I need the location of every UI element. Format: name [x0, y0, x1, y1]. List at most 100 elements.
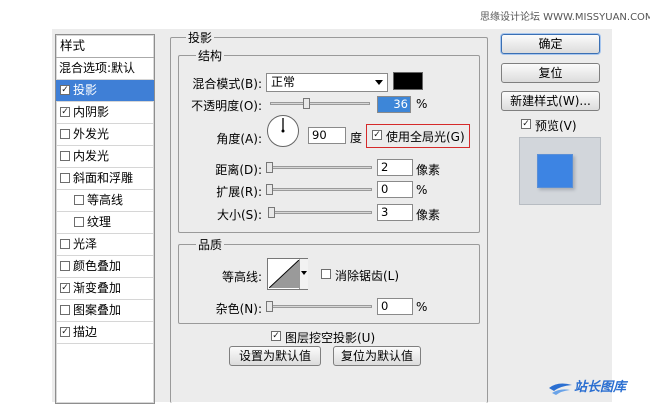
style-item-label: 混合选项:默认: [59, 61, 136, 75]
antialias-label[interactable]: 消除锯齿(L): [335, 267, 399, 284]
style-item-checkbox[interactable]: [60, 173, 70, 183]
contour-linear-icon: [269, 260, 299, 288]
style-item-label: 内阴影: [73, 105, 110, 119]
spread-label: 扩展(R):: [216, 185, 262, 199]
knockout-checkbox[interactable]: [271, 331, 281, 341]
spread-slider[interactable]: [268, 188, 372, 191]
opacity-slider-thumb[interactable]: [303, 98, 310, 109]
style-item[interactable]: 内阴影: [56, 102, 154, 124]
style-item-checkbox[interactable]: [60, 107, 70, 117]
size-label: 大小(S):: [216, 208, 262, 222]
preview-checkbox[interactable]: [521, 119, 531, 129]
noise-slider[interactable]: [268, 305, 372, 308]
style-item-label: 描边: [73, 325, 98, 339]
style-item-checkbox[interactable]: [74, 217, 84, 227]
watermark-text: 思缘设计论坛 WWW.MISSYUAN.COM: [480, 12, 650, 23]
size-slider-thumb[interactable]: [268, 207, 275, 218]
style-item[interactable]: 等高线: [56, 190, 154, 212]
style-item-checkbox[interactable]: [60, 305, 70, 315]
angle-label: 角度(A):: [216, 132, 262, 146]
style-item-label: 颜色叠加: [73, 259, 122, 273]
style-item-checkbox[interactable]: [60, 129, 70, 139]
size-slider[interactable]: [268, 211, 372, 214]
style-item-label: 纹理: [87, 215, 112, 229]
style-item[interactable]: 斜面和浮雕: [56, 168, 154, 190]
opacity-slider[interactable]: [270, 102, 370, 105]
angle-unit: 度: [350, 131, 363, 145]
site-logo: 站长图库: [548, 376, 626, 397]
reset-button[interactable]: 复位: [501, 63, 600, 83]
contour-picker[interactable]: [267, 258, 308, 290]
style-item-label: 等高线: [87, 193, 124, 207]
size-input[interactable]: 3: [377, 204, 413, 221]
style-item-checkbox[interactable]: [60, 151, 70, 161]
style-item[interactable]: 混合选项:默认: [56, 58, 154, 80]
opacity-input[interactable]: 36: [377, 96, 411, 113]
knockout-label[interactable]: 图层挖空投影(U): [285, 329, 375, 346]
style-item[interactable]: 图案叠加: [56, 300, 154, 322]
logo-text: 站长图库: [574, 380, 627, 395]
distance-input[interactable]: 2: [377, 159, 413, 176]
style-item-checkbox[interactable]: [60, 85, 70, 95]
quality-title: 品质: [196, 236, 225, 253]
contour-label: 等高线:: [221, 270, 262, 284]
style-item-checkbox[interactable]: [60, 283, 70, 293]
spread-input[interactable]: 0: [377, 181, 413, 198]
style-item-label: 图案叠加: [73, 303, 122, 317]
spread-unit: %: [416, 183, 428, 197]
distance-label: 距离(D):: [215, 163, 262, 177]
preview-label[interactable]: 预览(V): [535, 117, 577, 134]
angle-input[interactable]: 90: [308, 127, 346, 144]
style-item-label: 光泽: [73, 237, 98, 251]
style-item-label: 投影: [73, 83, 98, 97]
opacity-unit: %: [416, 97, 428, 111]
style-item[interactable]: 描边: [56, 322, 154, 344]
noise-slider-thumb[interactable]: [266, 301, 273, 312]
blend-mode-label: 混合模式(B):: [192, 77, 262, 91]
style-item-checkbox[interactable]: [60, 261, 70, 271]
chevron-down-icon: [301, 271, 307, 275]
global-light-label[interactable]: 使用全局光(G): [386, 128, 465, 145]
style-item-label: 外发光: [73, 127, 110, 141]
angle-dial[interactable]: [266, 114, 300, 148]
antialias-checkbox[interactable]: [321, 269, 331, 279]
styles-header: 样式: [56, 35, 154, 58]
noise-unit: %: [416, 300, 428, 314]
style-item[interactable]: 外发光: [56, 124, 154, 146]
style-item-checkbox[interactable]: [60, 239, 70, 249]
style-item-label: 内发光: [73, 149, 110, 163]
preview-thumbnail: [519, 137, 601, 205]
shadow-color-swatch[interactable]: [393, 72, 423, 90]
contour-dropdown[interactable]: [299, 259, 308, 289]
set-default-button[interactable]: 设置为默认值: [229, 346, 321, 366]
style-item-label: 斜面和浮雕: [73, 171, 134, 185]
style-item-label: 渐变叠加: [73, 281, 122, 295]
preview-swatch: [537, 154, 573, 188]
global-light-checkbox[interactable]: [372, 130, 382, 140]
reset-default-button[interactable]: 复位为默认值: [333, 346, 421, 366]
chevron-down-icon: [375, 80, 383, 85]
new-style-button[interactable]: 新建样式(W)...: [501, 91, 600, 111]
style-item-checkbox[interactable]: [60, 327, 70, 337]
noise-label: 杂色(N):: [215, 302, 262, 316]
blend-mode-select[interactable]: 正常: [266, 73, 388, 92]
style-item[interactable]: 投影: [56, 80, 154, 102]
spread-slider-thumb[interactable]: [266, 184, 273, 195]
distance-slider[interactable]: [268, 166, 372, 169]
style-item[interactable]: 颜色叠加: [56, 256, 154, 278]
distance-unit: 像素: [416, 163, 441, 177]
ok-button[interactable]: 确定: [501, 34, 600, 54]
logo-swoosh-icon: [549, 383, 572, 395]
opacity-label: 不透明度(O):: [191, 99, 262, 113]
size-unit: 像素: [416, 208, 441, 222]
structure-title: 结构: [196, 47, 225, 64]
style-item[interactable]: 光泽: [56, 234, 154, 256]
distance-slider-thumb[interactable]: [266, 162, 273, 173]
styles-list: 样式 混合选项:默认投影内阴影外发光内发光斜面和浮雕等高线纹理光泽颜色叠加渐变叠…: [55, 34, 155, 404]
style-item-checkbox[interactable]: [74, 195, 84, 205]
noise-input[interactable]: 0: [377, 298, 413, 315]
style-item[interactable]: 内发光: [56, 146, 154, 168]
section-title: 投影: [186, 29, 215, 46]
style-item[interactable]: 渐变叠加: [56, 278, 154, 300]
style-item[interactable]: 纹理: [56, 212, 154, 234]
